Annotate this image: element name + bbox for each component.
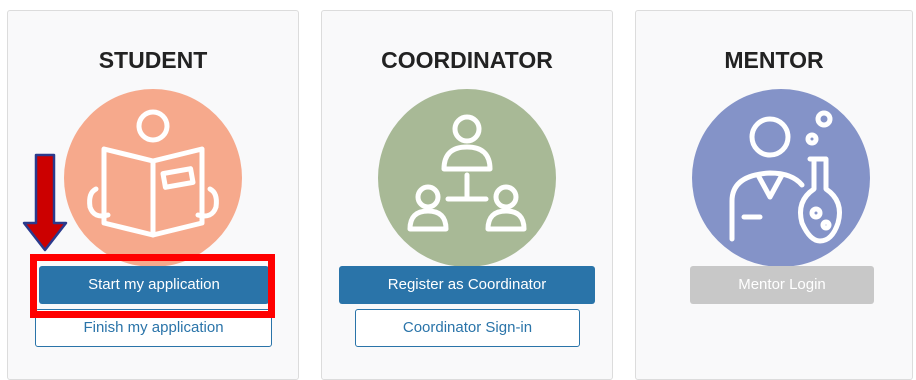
org-hierarchy-icon [378, 89, 556, 267]
start-application-button[interactable]: Start my application [39, 266, 269, 304]
coordinator-title: COORDINATOR [381, 47, 553, 73]
mentor-title: MENTOR [724, 47, 824, 73]
student-title: STUDENT [98, 47, 208, 73]
register-coordinator-button[interactable]: Register as Coordinator [339, 266, 595, 304]
coordinator-signin-button[interactable]: Coordinator Sign-in [355, 309, 580, 347]
coordinator-card: COORDINATOR Register as Coordinator Coor… [321, 10, 613, 380]
down-arrow-icon [22, 153, 68, 252]
scientist-flask-icon [692, 89, 870, 267]
finish-application-button[interactable]: Finish my application [35, 309, 272, 347]
mentor-login-button[interactable]: Mentor Login [690, 266, 874, 304]
mentor-card: MENTOR Mentor Login [635, 10, 913, 380]
reading-book-icon [64, 89, 242, 267]
